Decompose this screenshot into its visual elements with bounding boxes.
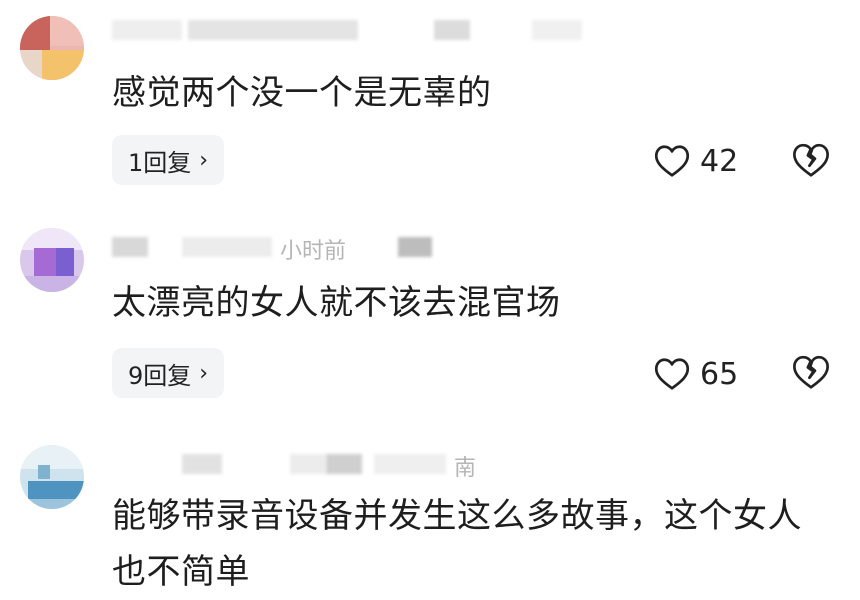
broken-heart-icon[interactable] [792, 354, 830, 392]
broken-heart-icon[interactable] [792, 142, 830, 180]
avatar[interactable] [20, 445, 84, 509]
avatar[interactable] [20, 16, 84, 80]
chevron-right-icon: › [199, 147, 209, 173]
heart-outline-icon [654, 145, 690, 177]
comment-meta: 小时前 [112, 233, 592, 264]
like-button[interactable]: 42 [654, 139, 738, 183]
heart-outline-icon [654, 358, 690, 390]
replies-label: 1回复 [128, 148, 192, 177]
comment-meta: 南 [112, 450, 592, 481]
comment-text: 能够带录音设备并发生这么多故事，这个女人也不简单 [112, 496, 802, 592]
comment-time: 南 [454, 456, 477, 481]
like-count: 42 [700, 143, 739, 179]
comment-text: 太漂亮的女人就不该去混官场 [112, 283, 561, 323]
chevron-right-icon: › [199, 360, 209, 386]
view-replies-button[interactable]: 1回复 › [112, 135, 225, 185]
comment-meta [112, 16, 592, 44]
view-replies-button[interactable]: 9回复 › [112, 348, 225, 398]
like-button[interactable]: 65 [654, 352, 738, 396]
comment-text: 感觉两个没一个是无辜的 [112, 73, 492, 113]
avatar[interactable] [20, 228, 84, 292]
like-count: 65 [700, 356, 739, 392]
replies-label: 9回复 [128, 361, 192, 390]
comment-time: 小时前 [280, 239, 347, 264]
